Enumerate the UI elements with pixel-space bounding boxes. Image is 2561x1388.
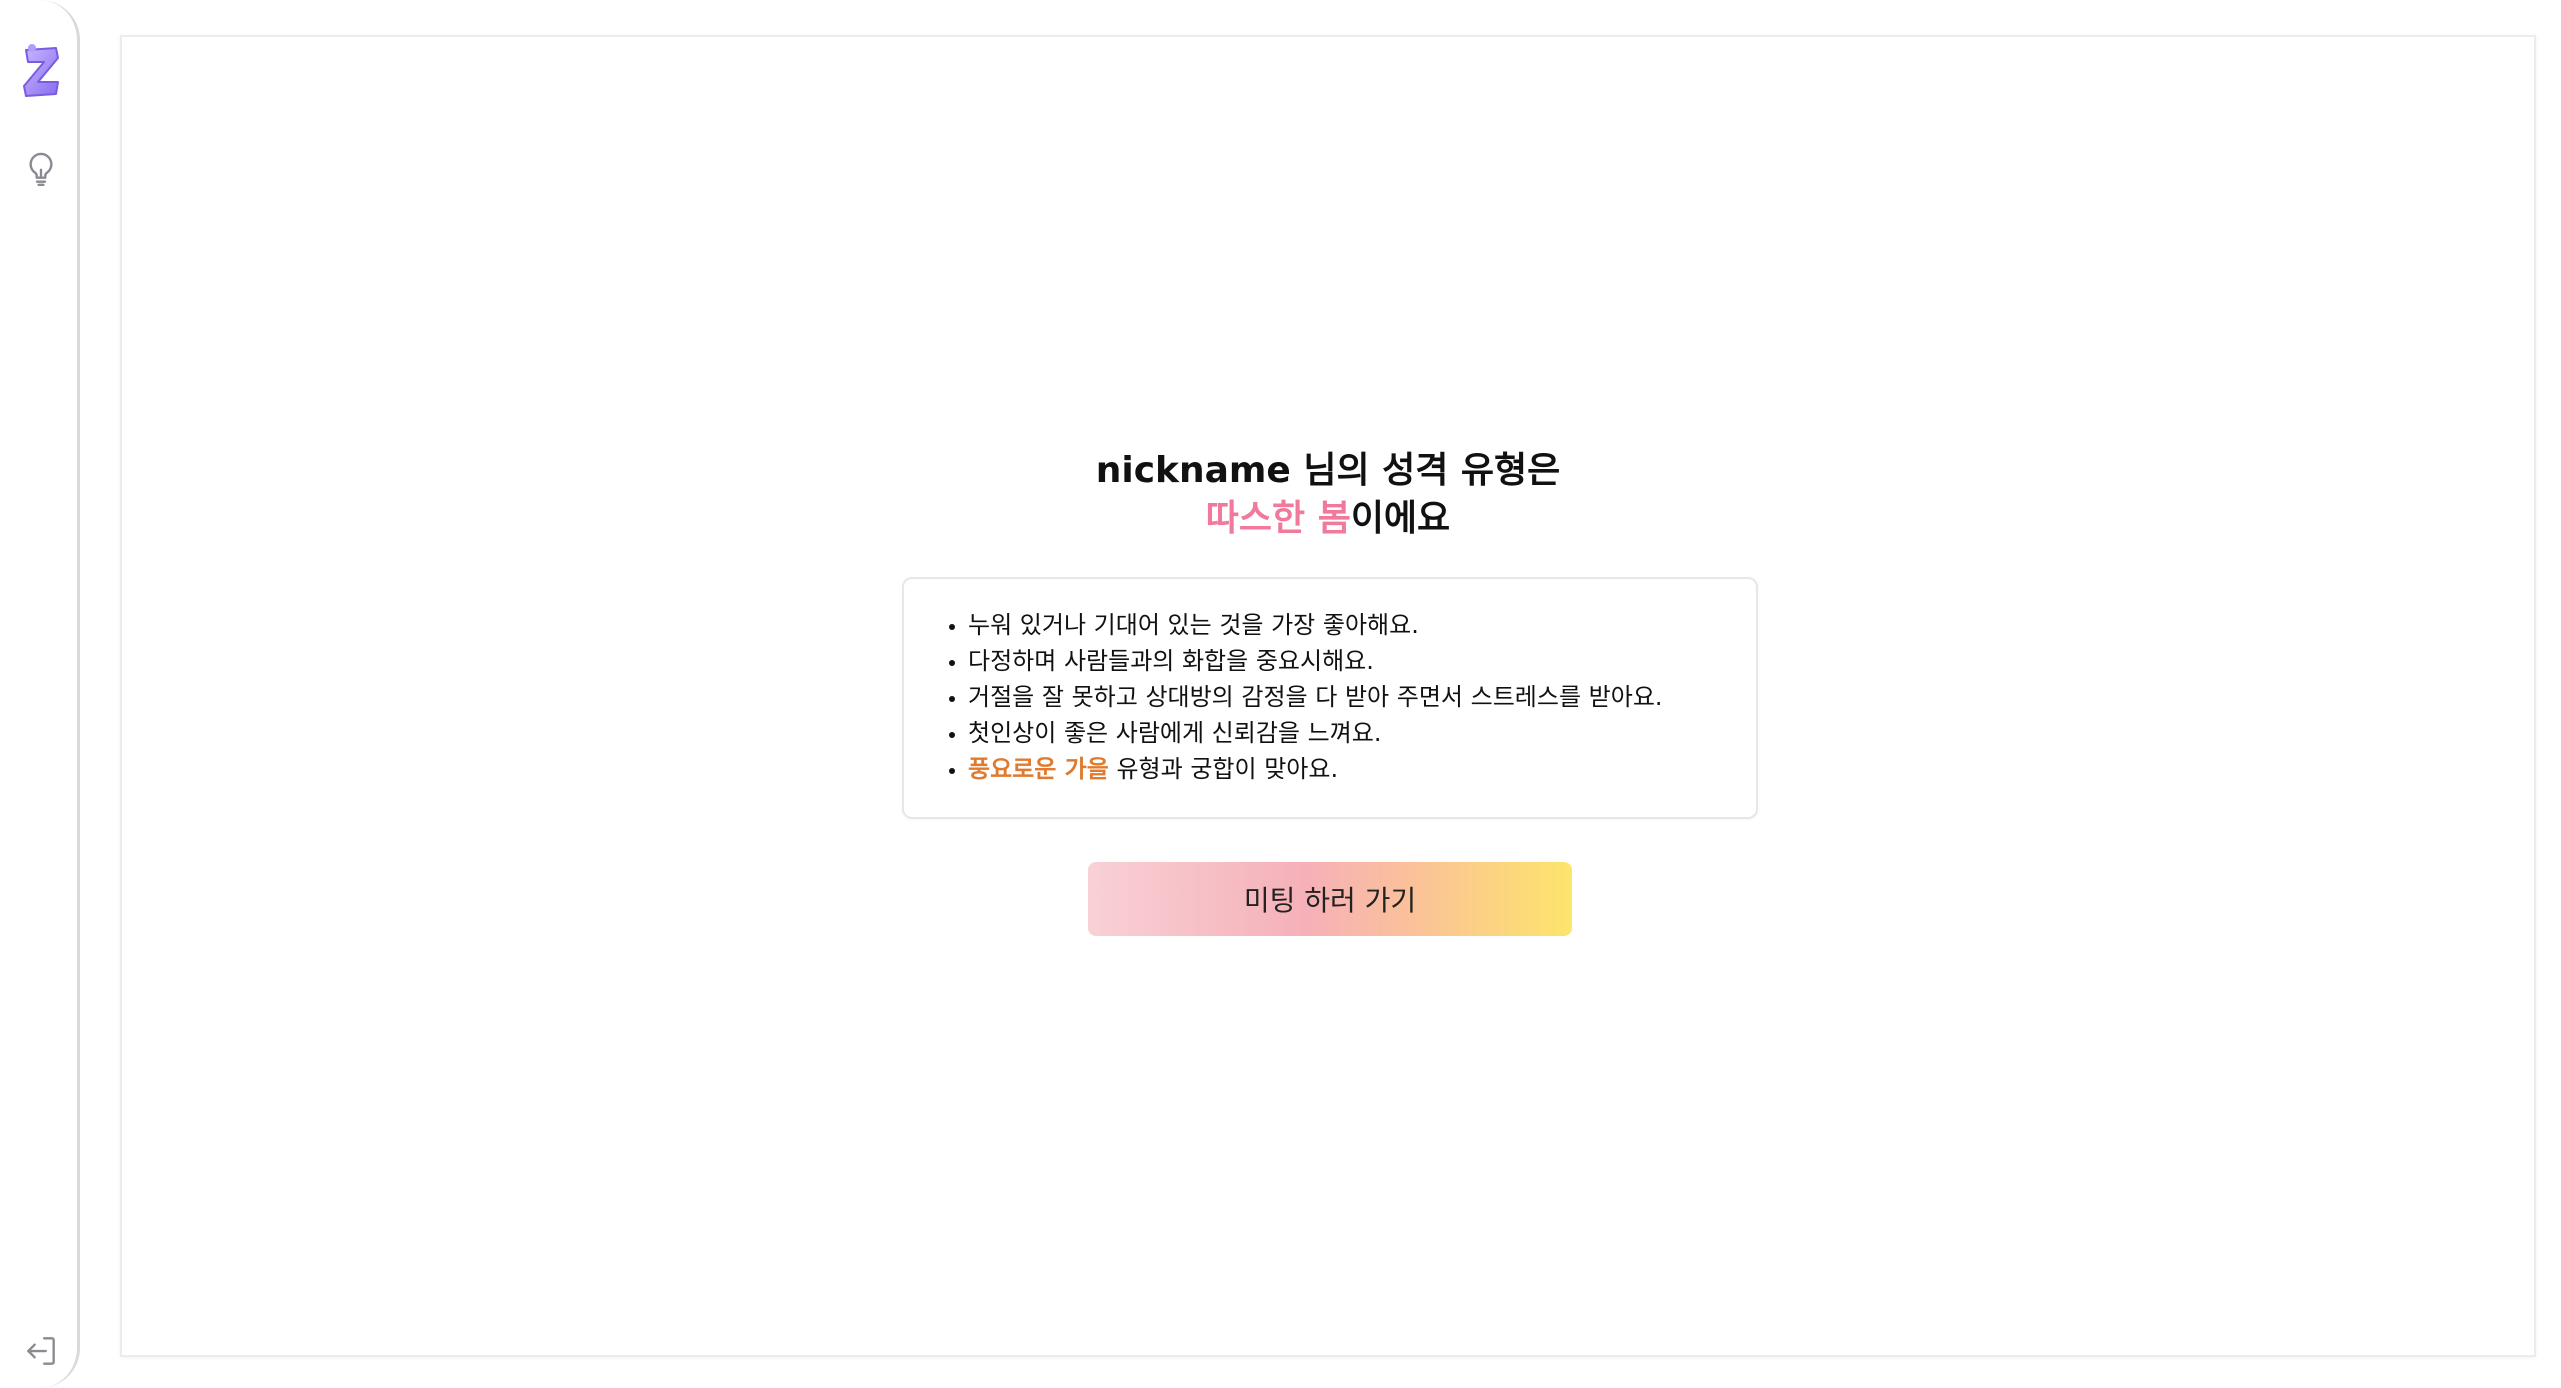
traits-card: 누워 있거나 기대어 있는 것을 가장 좋아해요. 다정하며 사람들과의 화합을… <box>902 577 1758 819</box>
sidebar <box>0 0 80 1388</box>
main-panel: nickname 님의 성격 유형은 따스한 봄이에요 누워 있거나 기대어 있… <box>120 35 2536 1357</box>
match-item: 풍요로운 가을 유형과 궁합이 맞아요. <box>968 751 1756 787</box>
match-type: 풍요로운 가을 <box>968 755 1109 783</box>
title-line1: nickname 님의 성격 유형은 <box>1095 450 1561 491</box>
lightbulb-icon[interactable] <box>22 150 60 188</box>
title-line2: 따스한 봄이에요 <box>122 495 2534 543</box>
trait-item: 첫인상이 좋은 사람에게 신뢰감을 느껴요. <box>968 715 1756 751</box>
trait-item: 거절을 잘 못하고 상대방의 감정을 다 받아 주면서 스트레스를 받아요. <box>968 679 1756 715</box>
match-suffix: 유형과 궁합이 맞아요. <box>1108 755 1339 783</box>
z-logo-icon[interactable] <box>20 42 64 100</box>
title-suffix: 이에요 <box>1350 498 1451 539</box>
traits-list: 누워 있거나 기대어 있는 것을 가장 좋아해요. 다정하며 사람들과의 화합을… <box>904 579 1756 787</box>
result-title: nickname 님의 성격 유형은 따스한 봄이에요 <box>122 447 2534 543</box>
personality-type: 따스한 봄 <box>1205 498 1351 539</box>
go-to-meeting-button[interactable]: 미팅 하러 가기 <box>1088 862 1572 936</box>
trait-item: 누워 있거나 기대어 있는 것을 가장 좋아해요. <box>968 607 1756 643</box>
trait-item: 다정하며 사람들과의 화합을 중요시해요. <box>968 643 1756 679</box>
logout-icon[interactable] <box>22 1332 60 1370</box>
